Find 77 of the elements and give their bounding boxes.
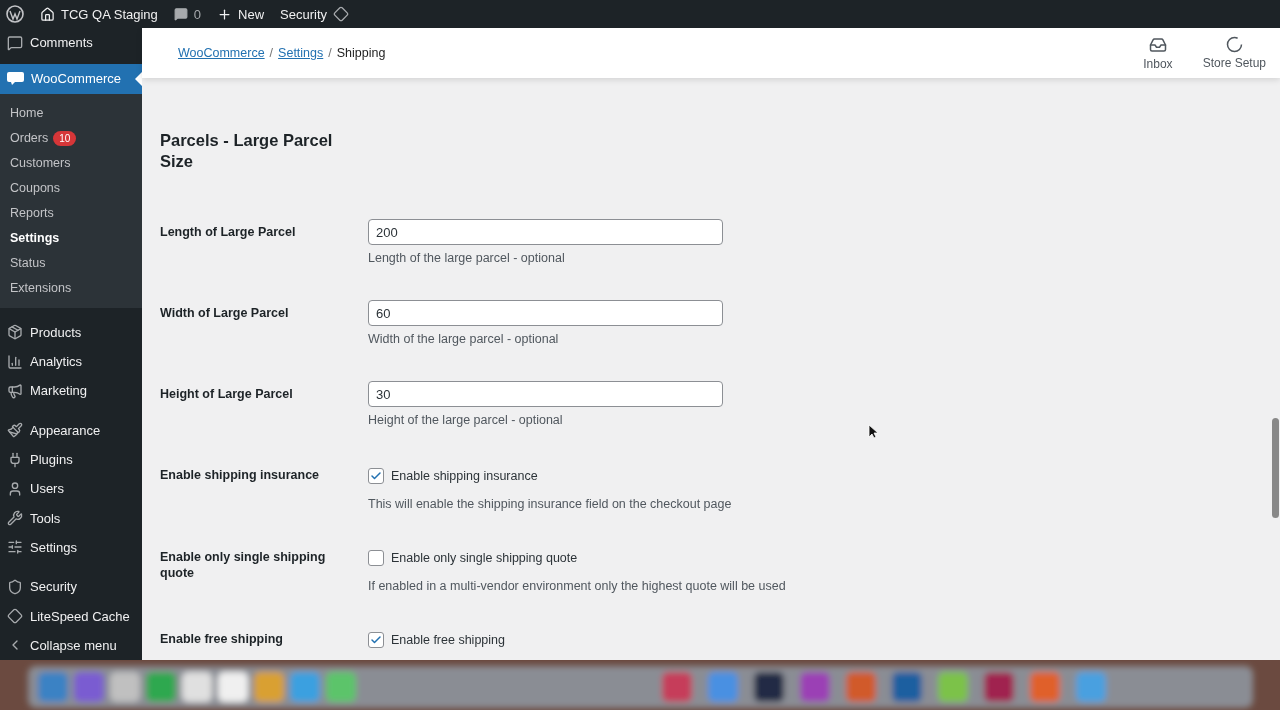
field-description: Height of the large parcel - optional [368,413,563,427]
submenu-item[interactable]: Extensions [0,275,142,301]
checkbox-label[interactable]: Enable free shipping [391,633,505,647]
submenu-item[interactable]: Home [0,100,142,126]
sidebar-item[interactable]: Users [0,474,142,504]
new-link[interactable]: New [238,6,265,22]
box-icon [7,324,23,341]
sidebar-item[interactable]: Marketing [0,376,142,406]
sidebar-item[interactable]: WooCommerce [0,64,142,94]
submenu-item[interactable]: Status [0,250,142,276]
submenu-item[interactable]: Customers [0,150,142,176]
home-icon [40,6,55,22]
breadcrumb-separator: / [269,46,274,60]
input-field[interactable]: 60 [368,300,723,326]
sidebar-item[interactable]: Comments [0,28,142,58]
security-link[interactable]: Security [280,6,328,22]
sidebar-item[interactable]: Plugins [0,444,142,475]
diamond-icon[interactable] [333,6,350,22]
sliders-icon [7,539,23,556]
breadcrumb-current: Shipping [336,46,386,60]
check-icon [370,634,382,646]
field-label: Width of Large Parcel [160,305,290,321]
comment-icon [173,7,188,21]
submenu-item[interactable]: Orders 10 [0,125,142,151]
pointer-cursor-icon [868,424,878,439]
sidebar-item[interactable]: Analytics [0,346,142,377]
field-description: Width of the large parcel - optional [368,332,559,346]
megaphone-icon [7,382,23,399]
shield-icon [7,578,23,595]
section-title: Parcels - Large Parcel Size [160,130,334,172]
sidebar-item[interactable]: Collapse menu [0,630,142,660]
sidebar-item[interactable]: Settings [0,532,142,563]
inbox-icon [1148,35,1167,54]
store-setup-button[interactable]: Store Setup [1196,36,1272,70]
submenu-item[interactable]: Reports [0,200,142,226]
scrollbar[interactable] [1272,418,1279,518]
woo-icon [7,72,24,86]
count-badge: 10 [53,130,77,146]
input-field[interactable]: 30 [368,381,723,407]
sidebar-item[interactable]: Tools [0,503,142,533]
breadcrumb-link[interactable]: Settings [278,46,324,60]
submenu-item[interactable]: Coupons [0,175,142,201]
sidebar-item[interactable]: Products [0,317,142,347]
checkbox[interactable] [368,468,384,484]
field-label: Length of Large Parcel [160,224,297,240]
field-description: This will enable the shipping insurance field on the checkout page [368,497,732,511]
paintbrush-icon [7,422,23,439]
inbox-button[interactable]: Inbox [1137,35,1179,71]
wrench-icon [7,510,23,527]
sidebar-item[interactable]: Appearance [0,415,142,445]
user-icon [7,480,23,497]
checkbox-label[interactable]: Enable shipping insurance [391,469,538,483]
checkbox-label[interactable]: Enable only single shipping quote [391,551,578,565]
check-icon [370,470,382,482]
field-description: Length of the large parcel - optional [368,251,565,265]
submenu-item[interactable]: Settings [0,225,142,251]
field-label: Enable only single shipping quote [160,549,327,581]
breadcrumb-separator: / [328,46,332,60]
checkbox[interactable] [368,632,384,648]
sidebar-item[interactable]: Security [0,572,142,602]
bar-chart-icon [7,353,23,370]
sidebar-item[interactable]: LiteSpeed Cache [0,601,142,631]
field-label: Enable shipping insurance [160,467,321,483]
wordpress-logo-icon[interactable] [6,5,24,23]
comment-count[interactable]: 0 [193,6,202,22]
field-label: Enable free shipping [160,631,284,647]
spinner-icon [1225,36,1243,53]
field-description: If enabled in a multi-vendor environment only the highest quote will be used [368,579,786,593]
diamond-icon [7,608,23,625]
checkbox[interactable] [368,550,384,566]
breadcrumb-link[interactable]: WooCommerce [178,46,265,60]
comment-icon [7,34,23,51]
site-name[interactable]: TCG QA Staging [61,6,158,22]
input-field[interactable]: 200 [368,219,723,245]
field-label: Height of Large Parcel [160,386,294,402]
plug-icon [7,451,23,468]
plus-icon [217,6,233,22]
